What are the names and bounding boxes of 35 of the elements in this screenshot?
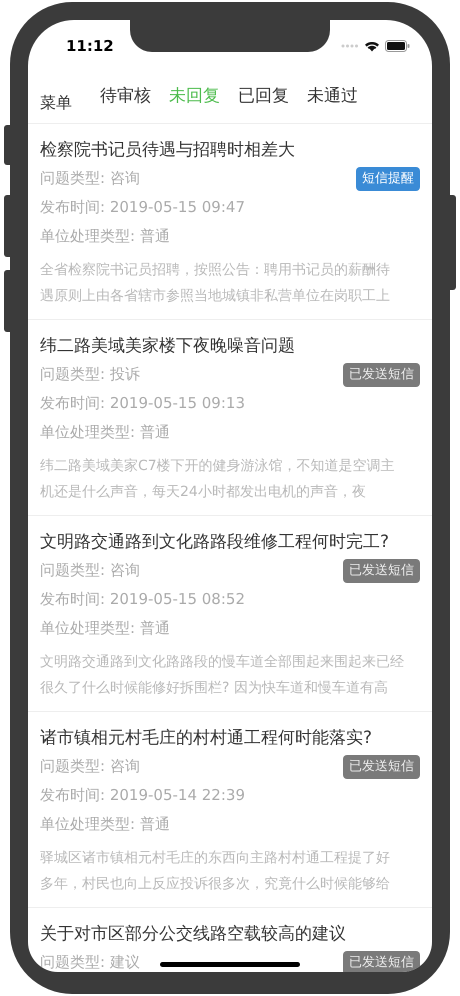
sms-sent-status: 已发送短信	[343, 950, 420, 972]
item-title[interactable]: 检察院书记员待遇与招聘时相差大	[40, 136, 420, 164]
item-description: 全省检察院书记员招聘，按照公告：聘用书记员的薪酬待 遇原则上由各省辖市参照当地城镇非私营单位在岗职工上	[40, 261, 391, 306]
publish-time: 发布时间: 2019-05-15 08:52	[40, 589, 246, 610]
item-title[interactable]: 关于对市区部分公交线路空载较高的建议	[40, 920, 420, 948]
unit-handling-type: 单位处理类型: 普通	[40, 226, 171, 247]
problem-type: 问题类型: 投诉	[40, 364, 140, 386]
status-tab[interactable]: 已回复	[238, 84, 289, 109]
item-title[interactable]: 诸市镇相元村毛庄的村村通工程何时能落实?	[40, 724, 420, 752]
item-description: 纬二路美域美家C7楼下开的健身游泳馆，不知道是空调主 机还是什么声音，每天24小时都发出电机的声音，夜	[40, 457, 396, 502]
status-tab[interactable]: 未通过	[307, 84, 358, 109]
sms-sent-status: 已发送短信	[343, 754, 420, 778]
problem-type: 问题类型: 咨询	[40, 560, 140, 582]
sms-remind-button[interactable]: 短信提醒	[356, 166, 420, 190]
item-title[interactable]: 文明路交通路到文化路路段维修工程何时完工?	[40, 528, 420, 556]
wifi-icon	[364, 40, 380, 52]
item-title[interactable]: 纬二路美域美家楼下夜晚噪音问题	[40, 332, 420, 360]
menu-label[interactable]: 菜单	[40, 91, 72, 115]
sms-sent-status: 已发送短信	[343, 558, 420, 582]
publish-time: 发布时间: 2019-05-15 09:13	[40, 393, 246, 414]
battery-icon	[385, 40, 410, 52]
sms-sent-status: 已发送短信	[343, 362, 420, 386]
problem-type: 问题类型: 咨询	[40, 756, 140, 778]
problem-type: 问题类型: 咨询	[40, 168, 140, 190]
item-description: 驿城区诸市镇相元村毛庄的东西向主路村村通工程提了好 多年，村民也向上反应投诉很多次，究竟什么时候能够给	[40, 849, 391, 894]
signal-icon	[341, 44, 359, 48]
item-description: 文明路交通路到文化路路段的慢车道全部围起来围起来已经 很久了什么时候能修好拆围栏? 因为快车道和慢车道有高	[40, 653, 405, 698]
status-tab[interactable]: 待审核	[100, 84, 151, 109]
publish-time: 发布时间: 2019-05-14 22:39	[40, 785, 246, 806]
problem-type: 问题类型: 建议	[40, 952, 140, 972]
unit-handling-type: 单位处理类型: 普通	[40, 814, 171, 835]
status-time: 11:12	[66, 36, 114, 57]
publish-time: 发布时间: 2019-05-15 09:47	[40, 197, 246, 218]
unit-handling-type: 单位处理类型: 普通	[40, 422, 171, 443]
unit-handling-type: 单位处理类型: 普通	[40, 618, 171, 639]
